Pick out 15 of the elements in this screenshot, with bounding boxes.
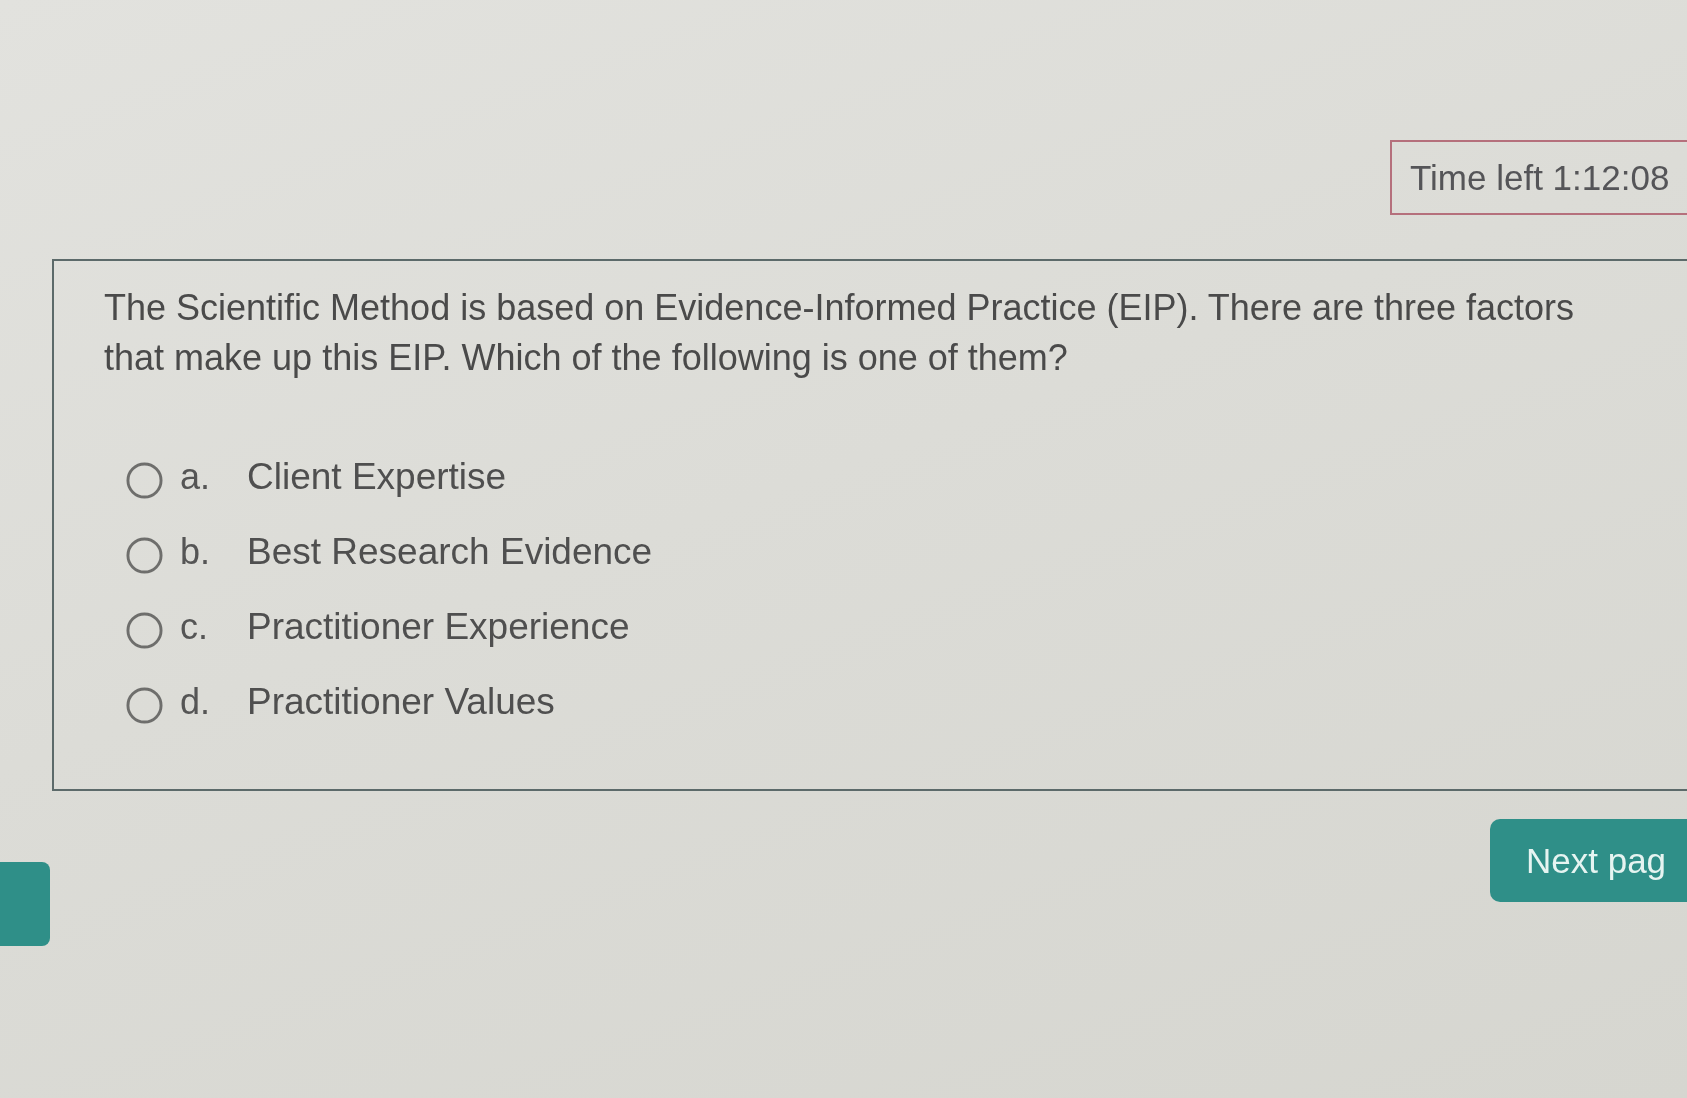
next-page-button[interactable]: Next pag (1490, 819, 1687, 902)
option-letter: d. (180, 680, 212, 723)
radio-icon[interactable] (126, 462, 163, 499)
option-text[interactable]: Client Expertise (247, 455, 507, 498)
radio-icon[interactable] (126, 537, 163, 574)
option-text[interactable]: Best Research Evidence (247, 530, 653, 573)
option-text[interactable]: Practitioner Values (247, 680, 555, 723)
time-left-box: Time left 1:12:08 (1390, 140, 1687, 215)
option-letter: a. (180, 455, 212, 498)
radio-icon[interactable] (126, 612, 163, 649)
radio-icon[interactable] (126, 687, 163, 724)
option-letter: b. (180, 530, 212, 573)
option-text[interactable]: Practitioner Experience (247, 605, 630, 648)
option-letter: c. (180, 605, 209, 648)
question-text: The Scientific Method is based on Evidence-Informed Practice (EIP). There are three factors that make up this EIP. Which of the following is one of them? (104, 286, 1576, 380)
